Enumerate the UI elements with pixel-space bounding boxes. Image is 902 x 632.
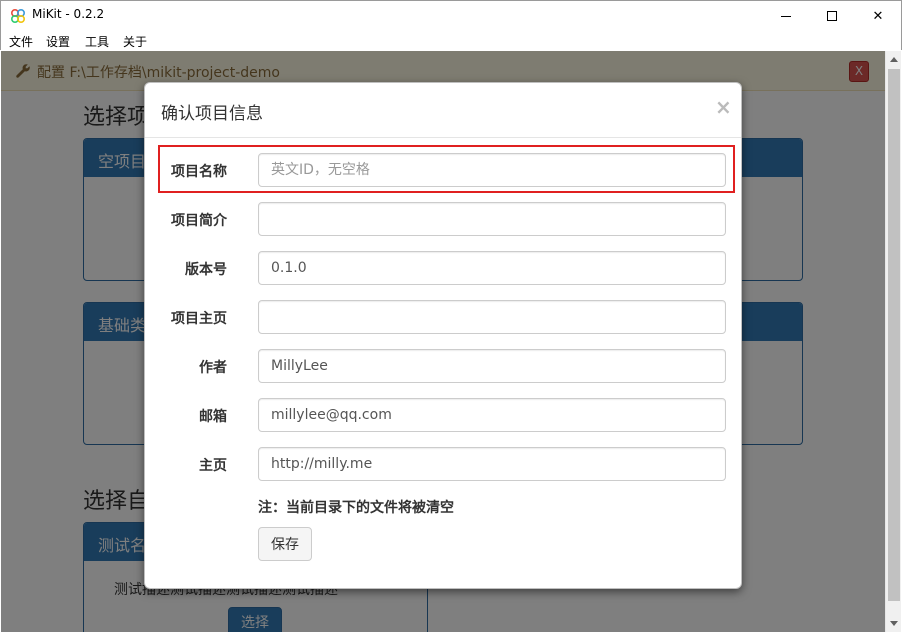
scroll-up-button[interactable]: [886, 51, 902, 68]
close-icon: ✕: [872, 8, 884, 24]
author-label: 作者: [199, 360, 227, 376]
menu-tools[interactable]: 工具: [85, 33, 109, 50]
project-intro-input[interactable]: [258, 202, 726, 236]
save-button[interactable]: 保存: [258, 527, 312, 561]
dialog-header: 确认项目信息 ×: [145, 83, 741, 138]
scroll-down-button[interactable]: [886, 615, 902, 632]
version-input[interactable]: [258, 251, 726, 285]
window-titlebar: MiKit - 0.2.2 ✕: [0, 0, 902, 30]
dialog-close-button[interactable]: ×: [715, 95, 732, 119]
arrow-down-icon: [890, 621, 898, 626]
form-row-project-homepage: 项目主页: [145, 300, 741, 334]
app-logo-icon: [10, 8, 26, 24]
window-title: MiKit - 0.2.2: [32, 7, 105, 21]
form-row-version: 版本号: [145, 251, 741, 285]
menu-bar: 文件 设置 工具 关于: [0, 30, 902, 50]
clear-warning-note: 注：当前目录下的文件将被清空: [258, 500, 454, 516]
menu-settings[interactable]: 设置: [46, 33, 70, 50]
vertical-scrollbar[interactable]: [885, 51, 901, 632]
window-close-button[interactable]: ✕: [855, 1, 901, 31]
project-homepage-input[interactable]: [258, 300, 726, 334]
arrow-up-icon: [890, 57, 898, 62]
minimize-button[interactable]: [763, 1, 809, 31]
maximize-button[interactable]: [809, 1, 855, 31]
author-input[interactable]: [258, 349, 726, 383]
form-row-project-intro: 项目简介: [145, 202, 741, 236]
form-row-homepage: 主页: [145, 447, 741, 481]
confirm-project-dialog: 确认项目信息 × 项目名称 项目简介 版本号 项目主页 作者 邮箱 主页 注：当…: [144, 82, 742, 589]
dialog-title: 确认项目信息: [161, 104, 263, 124]
email-input[interactable]: [258, 398, 726, 432]
homepage-input[interactable]: [258, 447, 726, 481]
email-label: 邮箱: [199, 409, 227, 425]
homepage-label: 主页: [199, 458, 227, 474]
menu-about[interactable]: 关于: [123, 33, 147, 50]
form-row-email: 邮箱: [145, 398, 741, 432]
project-homepage-label: 项目主页: [171, 311, 227, 327]
project-intro-label: 项目简介: [171, 213, 227, 229]
highlight-annotation-box: [158, 145, 735, 193]
form-row-author: 作者: [145, 349, 741, 383]
maximize-icon: [827, 11, 837, 21]
minimize-icon: [781, 15, 791, 17]
scroll-thumb[interactable]: [888, 69, 900, 601]
version-label: 版本号: [185, 262, 227, 278]
menu-file[interactable]: 文件: [9, 33, 33, 50]
